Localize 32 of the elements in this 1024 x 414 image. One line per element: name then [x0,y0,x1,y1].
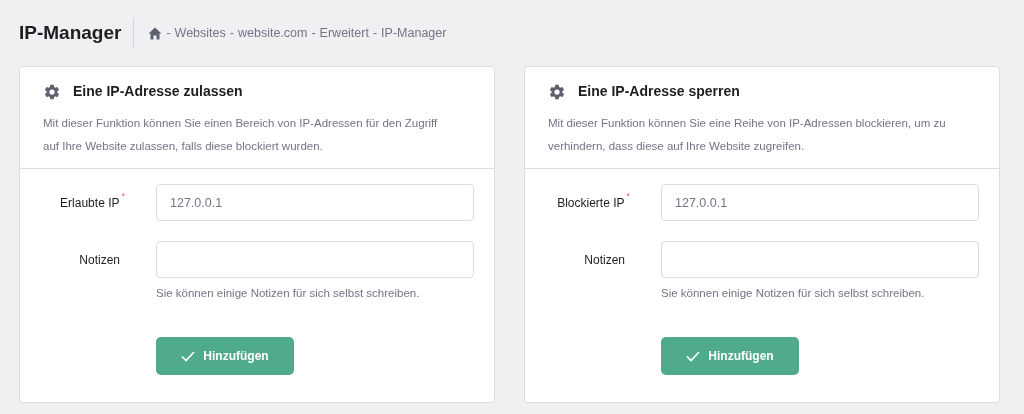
card-description: Mit dieser Funktion können Sie einen Bereich von IP-Adressen für den Zugriff auf Ihre Website zulassen, falls diese blockiert wurden. [43,116,439,154]
card-title: Eine IP-Adresse zulassen [73,82,243,101]
input-field[interactable]: 127.0.0.1 [156,184,474,221]
field-label: Erlaubte IP [60,194,120,212]
home-icon[interactable] [148,26,163,40]
check-icon [686,350,701,362]
input-field[interactable]: 127.0.0.1 [661,184,979,221]
add-button[interactable]: Hinzufügen [156,337,294,376]
gear-icon [548,82,566,101]
required-marker: * [626,190,630,203]
breadcrumb-separator: - [166,24,171,42]
breadcrumb-separator: - [372,24,378,42]
page-title: IP-Manager [19,18,135,48]
field-label: Blockierte IP [557,194,625,212]
gear-icon [43,82,61,101]
input-field[interactable] [661,241,979,278]
breadcrumb-link[interactable]: IP-Manager [381,23,447,43]
breadcrumb-separator: - [229,24,234,42]
breadcrumb-separator: - [311,24,316,42]
required-marker: * [121,190,125,203]
field-label: Notizen [584,251,625,269]
field-hint: Sie können einige Notizen für sich selbst schreiben. [661,286,926,301]
breadcrumb-link[interactable]: Erweitert [319,23,369,43]
card-description: Mit dieser Funktion können Sie eine Reihe von IP-Adressen blockieren, um zu verhindern, dass diese auf Ihre Website zugreifen. [548,116,947,154]
breadcrumb-link[interactable]: website.com [237,23,308,43]
input-field[interactable] [156,241,474,278]
add-button[interactable]: Hinzufügen [661,337,799,376]
field-label: Notizen [79,251,120,269]
card-title: Eine IP-Adresse sperren [578,82,740,101]
breadcrumb-link[interactable]: Websites [174,23,226,43]
check-icon [181,350,196,362]
field-hint: Sie können einige Notizen für sich selbst schreiben. [156,286,421,301]
